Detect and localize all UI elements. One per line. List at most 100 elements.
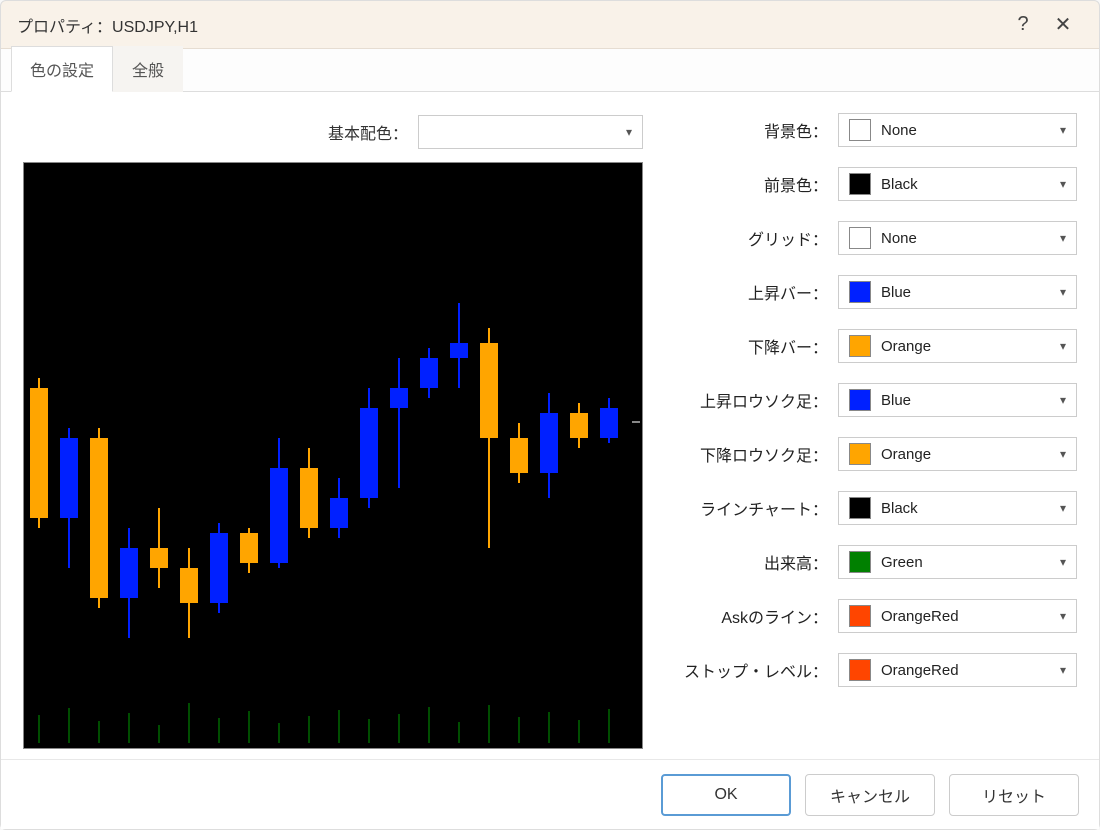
color-name: None — [881, 122, 1050, 139]
color-row: 出来高： Green▾ — [663, 544, 1077, 580]
color-row: グリッド： None ▾ — [663, 220, 1077, 256]
candle-body — [180, 568, 198, 603]
color-select[interactable]: None ▾ — [838, 113, 1077, 147]
color-label: 上昇バー： — [663, 280, 828, 304]
chevron-down-icon: ▾ — [1060, 609, 1066, 623]
button-label: OK — [714, 786, 737, 804]
candle-body — [240, 533, 258, 563]
client-area: 色の設定 全般 基本配色： ▾ 背景色：None▾前景色：Black▾グリッド：… — [1, 49, 1099, 829]
chevron-down-icon: ▾ — [626, 125, 632, 139]
candle-body — [510, 438, 528, 473]
left-column: 基本配色： ▾ — [23, 112, 643, 749]
color-select[interactable]: Blue ▾ — [838, 383, 1077, 417]
button-label: リセット — [982, 783, 1046, 807]
candle-body — [120, 548, 138, 598]
tab-label: 色の設定 — [30, 63, 94, 80]
color-select[interactable]: Black ▾ — [838, 167, 1077, 201]
price-tick — [632, 421, 640, 423]
candle-body — [90, 438, 108, 598]
scheme-row: 基本配色： ▾ — [23, 112, 643, 152]
volume-bar — [398, 714, 400, 743]
chevron-down-icon: ▾ — [1060, 501, 1066, 515]
chevron-down-icon: ▾ — [1060, 447, 1066, 461]
volume-bar — [548, 712, 550, 743]
button-label: キャンセル — [830, 783, 910, 807]
color-select[interactable]: OrangeRed▾ — [838, 599, 1077, 633]
volume-bar — [98, 721, 100, 743]
chevron-down-icon: ▾ — [1060, 393, 1066, 407]
color-row: Askのライン：OrangeRed▾ — [663, 598, 1077, 634]
color-name: Black — [881, 500, 1050, 517]
color-name: OrangeRed — [881, 662, 1050, 679]
candle-body — [30, 388, 48, 518]
ok-button[interactable]: OK — [661, 774, 791, 816]
volume-bar — [428, 707, 430, 743]
color-select[interactable]: Orange ▾ — [838, 437, 1077, 471]
volume-bar — [188, 703, 190, 743]
volume-bar — [128, 713, 130, 743]
color-row: ラインチャート： Black ▾ — [663, 490, 1077, 526]
color-swatch — [849, 605, 871, 627]
color-name: Black — [881, 176, 1050, 193]
color-swatch — [849, 551, 871, 573]
color-select[interactable]: Blue ▾ — [838, 275, 1077, 309]
volume-bar — [338, 710, 340, 743]
candle-body — [150, 548, 168, 568]
chart-preview — [23, 162, 643, 749]
color-select[interactable]: Orange▾ — [838, 329, 1077, 363]
scheme-select[interactable]: ▾ — [418, 115, 643, 149]
reset-button[interactable]: リセット — [949, 774, 1079, 816]
color-select[interactable]: None ▾ — [838, 221, 1077, 255]
candle-body — [420, 358, 438, 388]
color-row: 上昇バー： Blue ▾ — [663, 274, 1077, 310]
color-swatch — [849, 497, 871, 519]
tab-general[interactable]: 全般 — [113, 46, 183, 92]
chevron-down-icon: ▾ — [1060, 285, 1066, 299]
candle-body — [60, 438, 78, 518]
color-select[interactable]: OrangeRed▾ — [838, 653, 1077, 687]
candle-body — [600, 408, 618, 438]
color-name: Green — [881, 554, 1050, 571]
color-row: 下降ロウソク足： Orange ▾ — [663, 436, 1077, 472]
color-name: None — [881, 230, 1050, 247]
volume-bar — [38, 715, 40, 743]
volume-bar — [218, 718, 220, 743]
color-label: グリッド： — [663, 226, 828, 250]
color-swatch — [849, 119, 871, 141]
volume-bar — [608, 709, 610, 743]
volume-bar — [458, 722, 460, 743]
tab-bar: 色の設定 全般 — [1, 49, 1099, 91]
color-label: 下降バー： — [663, 334, 828, 358]
content-area: 基本配色： ▾ 背景色：None▾前景色：Black▾グリッド：None▾上昇バ… — [1, 92, 1099, 759]
chevron-down-icon: ▾ — [1060, 123, 1066, 137]
color-swatch — [849, 173, 871, 195]
candle-body — [570, 413, 588, 438]
color-name: Orange — [881, 446, 1050, 463]
chevron-down-icon: ▾ — [1060, 177, 1066, 191]
tab-label: 全般 — [132, 63, 164, 80]
color-swatch — [849, 227, 871, 249]
candle-body — [450, 343, 468, 358]
cancel-button[interactable]: キャンセル — [805, 774, 935, 816]
color-swatch — [849, 281, 871, 303]
color-name: Blue — [881, 392, 1050, 409]
candle-body — [210, 533, 228, 603]
help-button[interactable]: ? — [1003, 5, 1043, 45]
candle-body — [300, 468, 318, 528]
candle-body — [360, 408, 378, 498]
color-label: 下降ロウソク足： — [663, 442, 828, 466]
tab-colors[interactable]: 色の設定 — [11, 46, 113, 92]
right-column: 背景色：None▾前景色：Black▾グリッド：None▾上昇バー：Blue▾下… — [663, 112, 1077, 749]
color-name: Blue — [881, 284, 1050, 301]
chevron-down-icon: ▾ — [1060, 231, 1066, 245]
tab-panel: 基本配色： ▾ 背景色：None▾前景色：Black▾グリッド：None▾上昇バ… — [1, 91, 1099, 829]
window-title: プロパティ：USDJPY,H1 — [17, 13, 1003, 37]
close-button[interactable]: ✕ — [1043, 5, 1083, 45]
color-select[interactable]: Green▾ — [838, 545, 1077, 579]
color-label: ラインチャート： — [663, 496, 828, 520]
candle-body — [270, 468, 288, 563]
color-select[interactable]: Black ▾ — [838, 491, 1077, 525]
candle-body — [540, 413, 558, 473]
color-swatch — [849, 659, 871, 681]
color-label: 出来高： — [663, 550, 828, 574]
